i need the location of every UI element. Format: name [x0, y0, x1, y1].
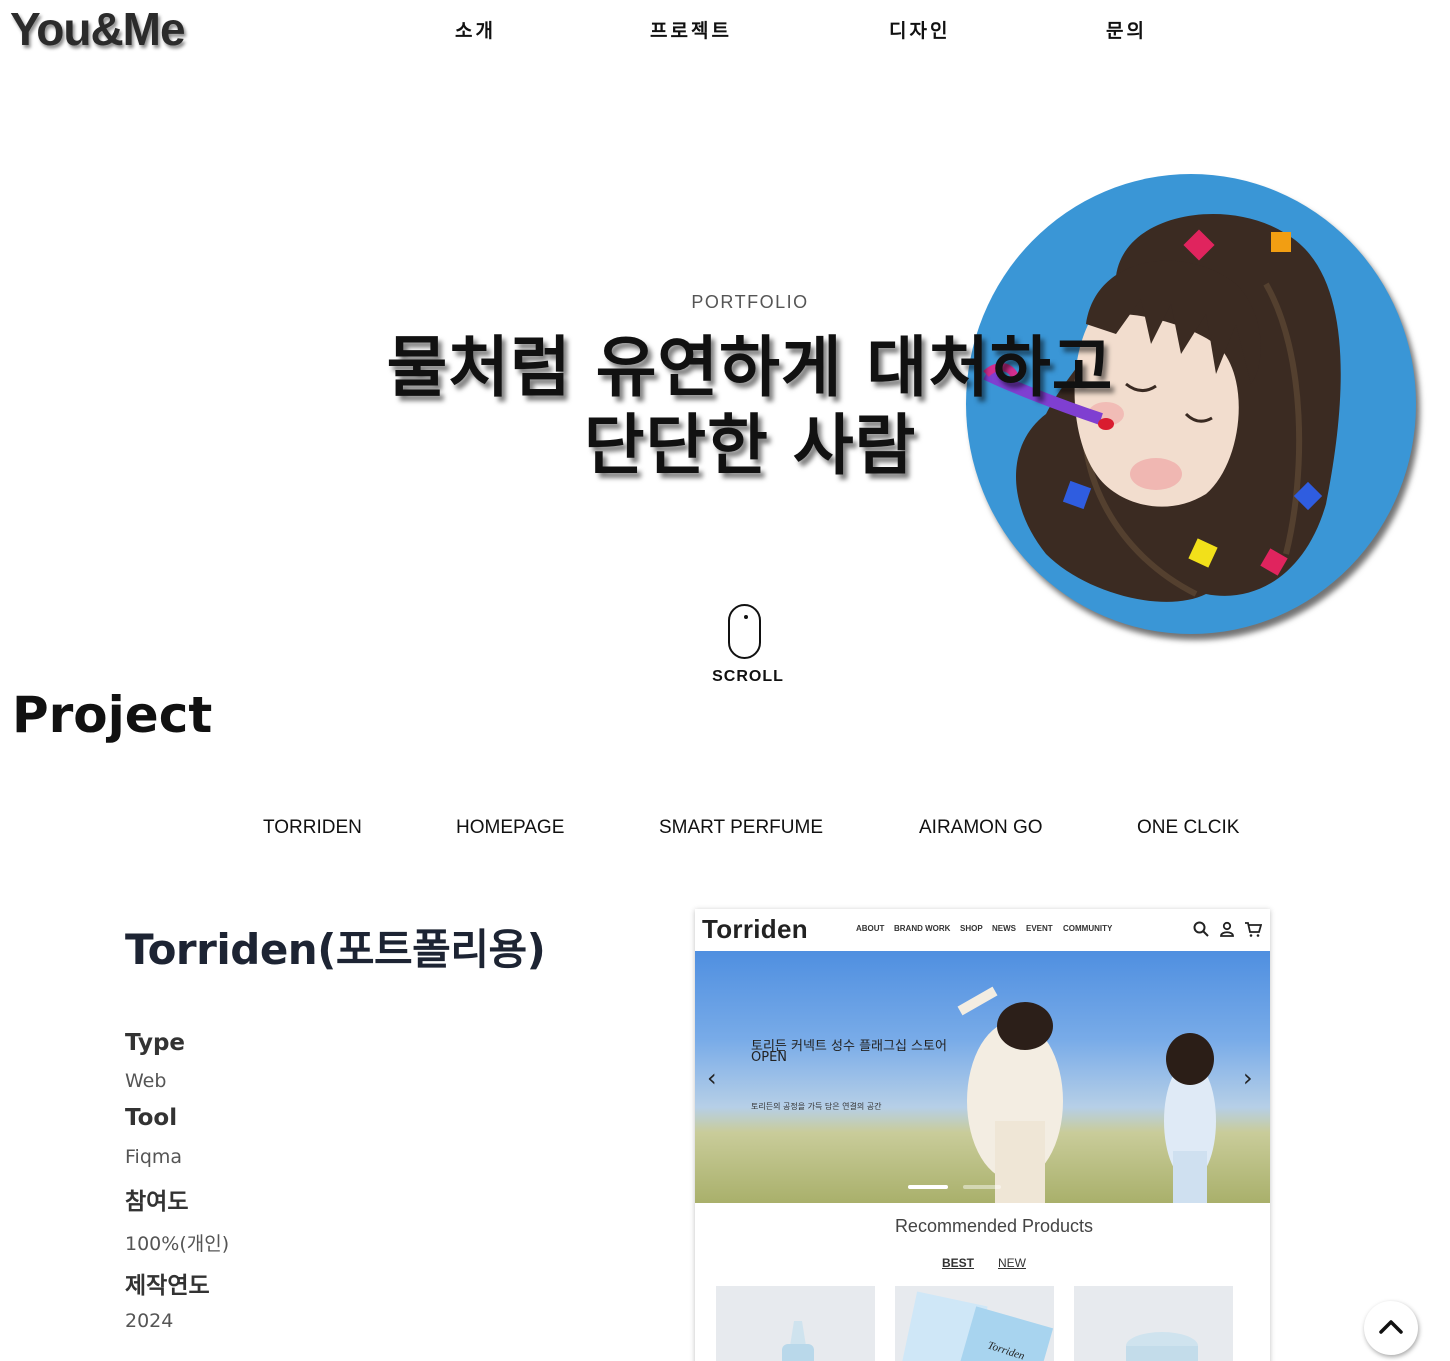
scroll-label[interactable]: SCROLL [708, 668, 788, 686]
tab-one-click[interactable]: ONE CLCIK [1137, 817, 1239, 839]
chevron-up-icon [1379, 1320, 1403, 1334]
meta-share-value: 100%(개인) [125, 1233, 230, 1255]
tab-smart-perfume[interactable]: SMART PERFUME [659, 817, 823, 839]
product-image [1126, 1332, 1198, 1361]
banner-next-arrow-icon[interactable]: › [1243, 1064, 1253, 1092]
tab-torriden[interactable]: TORRIDEN [263, 817, 362, 839]
nav-item-contact[interactable]: 문의 [1106, 16, 1147, 43]
banner-title: 토리든 커넥트 성수 플래그십 스토어 OPEN [751, 1039, 947, 1065]
product-card[interactable] [716, 1286, 875, 1361]
user-icon [1220, 921, 1234, 937]
meta-tool-label: Tool [125, 1105, 178, 1131]
search-icon [1193, 921, 1209, 937]
tab-homepage[interactable]: HOMEPAGE [456, 817, 564, 839]
meta-type-value: Web [125, 1070, 167, 1092]
banner-prev-arrow-icon[interactable]: ‹ [707, 1064, 717, 1092]
product-image [782, 1321, 814, 1361]
nav-item-project[interactable]: 프로젝트 [650, 16, 732, 43]
preview-nav-event: EVENT [1026, 924, 1053, 933]
main-nav: 소개 프로젝트 디자인 문의 [0, 16, 1450, 46]
banner-dot[interactable] [963, 1185, 1001, 1189]
product-card[interactable] [1074, 1286, 1233, 1361]
preview-header: Torriden ABOUT BRAND WORK SHOP NEWS EVEN… [695, 909, 1270, 951]
product-card[interactable]: Torriden [895, 1286, 1054, 1361]
project-title: Torriden(포트폴리용) [125, 925, 546, 974]
meta-tool-value: Fiqma [125, 1146, 183, 1168]
preview-nav-brand-work: BRAND WORK [894, 924, 951, 933]
recommended-heading: Recommended Products [894, 1216, 1094, 1236]
section-title: Project [12, 686, 213, 744]
nav-item-about[interactable]: 소개 [455, 16, 496, 43]
mouse-scroll-icon[interactable] [728, 604, 761, 659]
hero-label: PORTFOLIO [691, 292, 809, 312]
banner-subtitle: 토리든의 공정을 가득 담은 연결의 공간 [751, 1102, 882, 1111]
meta-year-value: 2024 [125, 1310, 174, 1332]
preview-logo: Torriden [702, 914, 808, 944]
preview-nav-community: COMMUNITY [1063, 924, 1113, 933]
meta-year-label: 제작연도 [125, 1273, 210, 1299]
hero-title-line2: 단단한 사람 [583, 407, 917, 484]
rec-tab-best[interactable]: BEST [942, 1256, 974, 1270]
banner-photo [957, 986, 1216, 1203]
product-image [898, 1291, 1054, 1361]
preview-nav-about: ABOUT [856, 924, 885, 933]
preview-banner: 토리든 커넥트 성수 플래그십 스토어 OPEN 토리든의 공정을 가득 담은 … [695, 951, 1270, 1203]
scroll-top-button[interactable] [1364, 1301, 1418, 1355]
meta-share-label: 참여도 [125, 1189, 189, 1215]
cart-icon [1245, 922, 1262, 937]
meta-type-label: Type [125, 1030, 186, 1056]
preview-nav-shop: SHOP [960, 924, 983, 933]
nav-item-design[interactable]: 디자인 [889, 16, 950, 43]
rec-tab-new[interactable]: NEW [998, 1256, 1026, 1270]
project-preview[interactable]: Torriden ABOUT BRAND WORK SHOP NEWS EVEN… [695, 909, 1270, 1361]
preview-nav-news: NEWS [992, 924, 1016, 933]
banner-dot-active[interactable] [908, 1185, 948, 1189]
tab-airamon-go[interactable]: AIRAMON GO [919, 817, 1043, 839]
